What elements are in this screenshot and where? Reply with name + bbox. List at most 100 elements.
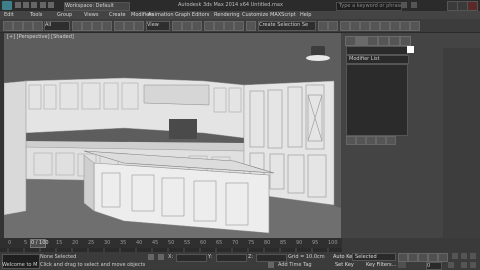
scale-icon[interactable] [134, 21, 144, 31]
key-filters-button[interactable]: Key Filters... [366, 262, 396, 268]
graphite-toggle-icon[interactable] [350, 21, 360, 31]
object-color-swatch[interactable] [407, 46, 414, 53]
modifier-list-dropdown[interactable]: Modifier List [346, 55, 409, 64]
orbit-icon[interactable] [470, 262, 476, 268]
time-slider[interactable]: 0 / 100 [30, 239, 49, 248]
menu-graph-editors[interactable]: Graph Editors [175, 12, 209, 18]
next-frame-icon[interactable] [428, 253, 438, 262]
reference-coordinate-dropdown[interactable]: View [146, 21, 170, 31]
selection-filter-dropdown[interactable]: All [44, 21, 70, 31]
timeline-tick-label: 90 [296, 240, 303, 246]
open-file-icon[interactable] [23, 2, 29, 8]
app-logo-icon[interactable] [2, 1, 12, 10]
go-to-end-icon[interactable] [438, 253, 448, 262]
save-file-icon[interactable] [31, 2, 37, 8]
new-file-icon[interactable] [15, 2, 21, 8]
snaps-toggle-icon[interactable] [204, 21, 214, 31]
menu-edit[interactable]: Edit [4, 12, 14, 18]
layer-manager-icon[interactable] [340, 21, 350, 31]
pin-stack-icon[interactable] [346, 136, 356, 145]
viewport-label[interactable]: [+] [Perspective] [Shaded] [7, 34, 74, 40]
render-icon[interactable] [410, 21, 420, 31]
menu-customize[interactable]: Customize [242, 12, 268, 18]
make-unique-icon[interactable] [366, 136, 376, 145]
help-icon[interactable] [411, 2, 417, 8]
kitchen-model-render[interactable] [4, 33, 341, 238]
keyboard-shortcut-icon[interactable] [192, 21, 202, 31]
motion-tab-icon[interactable] [378, 36, 389, 46]
move-icon[interactable] [114, 21, 124, 31]
select-object-icon[interactable] [72, 21, 82, 31]
mirror-icon[interactable] [318, 21, 328, 31]
align-icon[interactable] [328, 21, 338, 31]
zoom-icon[interactable] [452, 253, 458, 259]
menu-group[interactable]: Group [57, 12, 72, 18]
pivot-icon[interactable] [172, 21, 182, 31]
edit-named-selection-icon[interactable] [246, 21, 256, 31]
zoom-extents-icon[interactable] [470, 253, 476, 259]
y-coordinate-field[interactable] [216, 254, 247, 262]
utilities-tab-icon[interactable] [400, 36, 411, 46]
perspective-viewport[interactable]: [+] [Perspective] [Shaded] [4, 33, 341, 238]
close-button[interactable] [467, 1, 478, 11]
time-tag-icon[interactable] [268, 262, 274, 268]
link-icon[interactable] [23, 21, 33, 31]
configure-modifier-sets-icon[interactable] [386, 136, 396, 145]
menu-maxscript[interactable]: MAXScript [270, 12, 296, 18]
material-editor-icon[interactable] [380, 21, 390, 31]
key-mode-dropdown[interactable]: Selected [352, 253, 396, 261]
rendered-frame-icon[interactable] [400, 21, 410, 31]
modify-tab-icon[interactable] [356, 36, 367, 46]
go-to-start-icon[interactable] [398, 253, 408, 262]
add-time-tag[interactable]: Add Time Tag [278, 262, 312, 268]
timeline-tick-label: 50 [168, 240, 175, 246]
play-icon[interactable] [418, 253, 428, 262]
key-mode-toggle-icon[interactable] [398, 262, 406, 268]
absolute-mode-icon[interactable] [158, 254, 164, 260]
modifier-stack[interactable] [346, 64, 408, 136]
current-frame-field[interactable]: 0 [426, 262, 442, 270]
time-slider-track[interactable]: 0510152025303540455055606570758085909510… [0, 238, 342, 248]
menu-create[interactable]: Create [109, 12, 126, 18]
window-crossing-icon[interactable] [102, 21, 112, 31]
show-end-result-icon[interactable] [356, 136, 366, 145]
menu-tools[interactable]: Tools [30, 12, 42, 18]
search-input[interactable]: Type a keyword or phrase [336, 2, 403, 11]
menu-help[interactable]: Help [300, 12, 311, 18]
object-name-field[interactable] [346, 46, 408, 55]
display-tab-icon[interactable] [389, 36, 400, 46]
angle-snap-icon[interactable] [214, 21, 224, 31]
manipulate-icon[interactable] [182, 21, 192, 31]
undo-icon[interactable] [3, 21, 13, 31]
redo-icon[interactable] [13, 21, 23, 31]
menu-rendering[interactable]: Rendering [214, 12, 240, 18]
previous-frame-icon[interactable] [408, 253, 418, 262]
hierarchy-tab-icon[interactable] [367, 36, 378, 46]
rotate-icon[interactable] [124, 21, 134, 31]
menu-views[interactable]: Views [84, 12, 98, 18]
redo-icon[interactable] [48, 2, 54, 8]
z-coordinate-field[interactable] [256, 254, 287, 262]
spinner-snap-icon[interactable] [234, 21, 244, 31]
lock-selection-icon[interactable] [148, 254, 154, 260]
schematic-view-icon[interactable] [370, 21, 380, 31]
set-key-button[interactable]: Set Key [335, 262, 354, 268]
render-setup-icon[interactable] [390, 21, 400, 31]
menu-animation[interactable]: Animation [148, 12, 174, 18]
named-selection-dropdown[interactable]: Create Selection Se [258, 21, 316, 31]
selection-region-icon[interactable] [92, 21, 102, 31]
undo-icon[interactable] [40, 2, 46, 8]
create-tab-icon[interactable] [345, 36, 356, 46]
x-coordinate-field[interactable] [176, 254, 207, 262]
zoom-all-icon[interactable] [461, 253, 467, 259]
pan-view-icon[interactable] [461, 262, 467, 268]
search-icon[interactable] [401, 2, 407, 8]
main-toolbar: All View Create Selection Se [0, 19, 480, 33]
select-by-name-icon[interactable] [82, 21, 92, 31]
curve-editor-icon[interactable] [360, 21, 370, 31]
remove-modifier-icon[interactable] [376, 136, 386, 145]
unlink-icon[interactable] [33, 21, 43, 31]
workspace-dropdown[interactable]: Workspace: Default [64, 2, 130, 11]
time-configuration-icon[interactable] [448, 262, 454, 268]
percent-snap-icon[interactable] [224, 21, 234, 31]
